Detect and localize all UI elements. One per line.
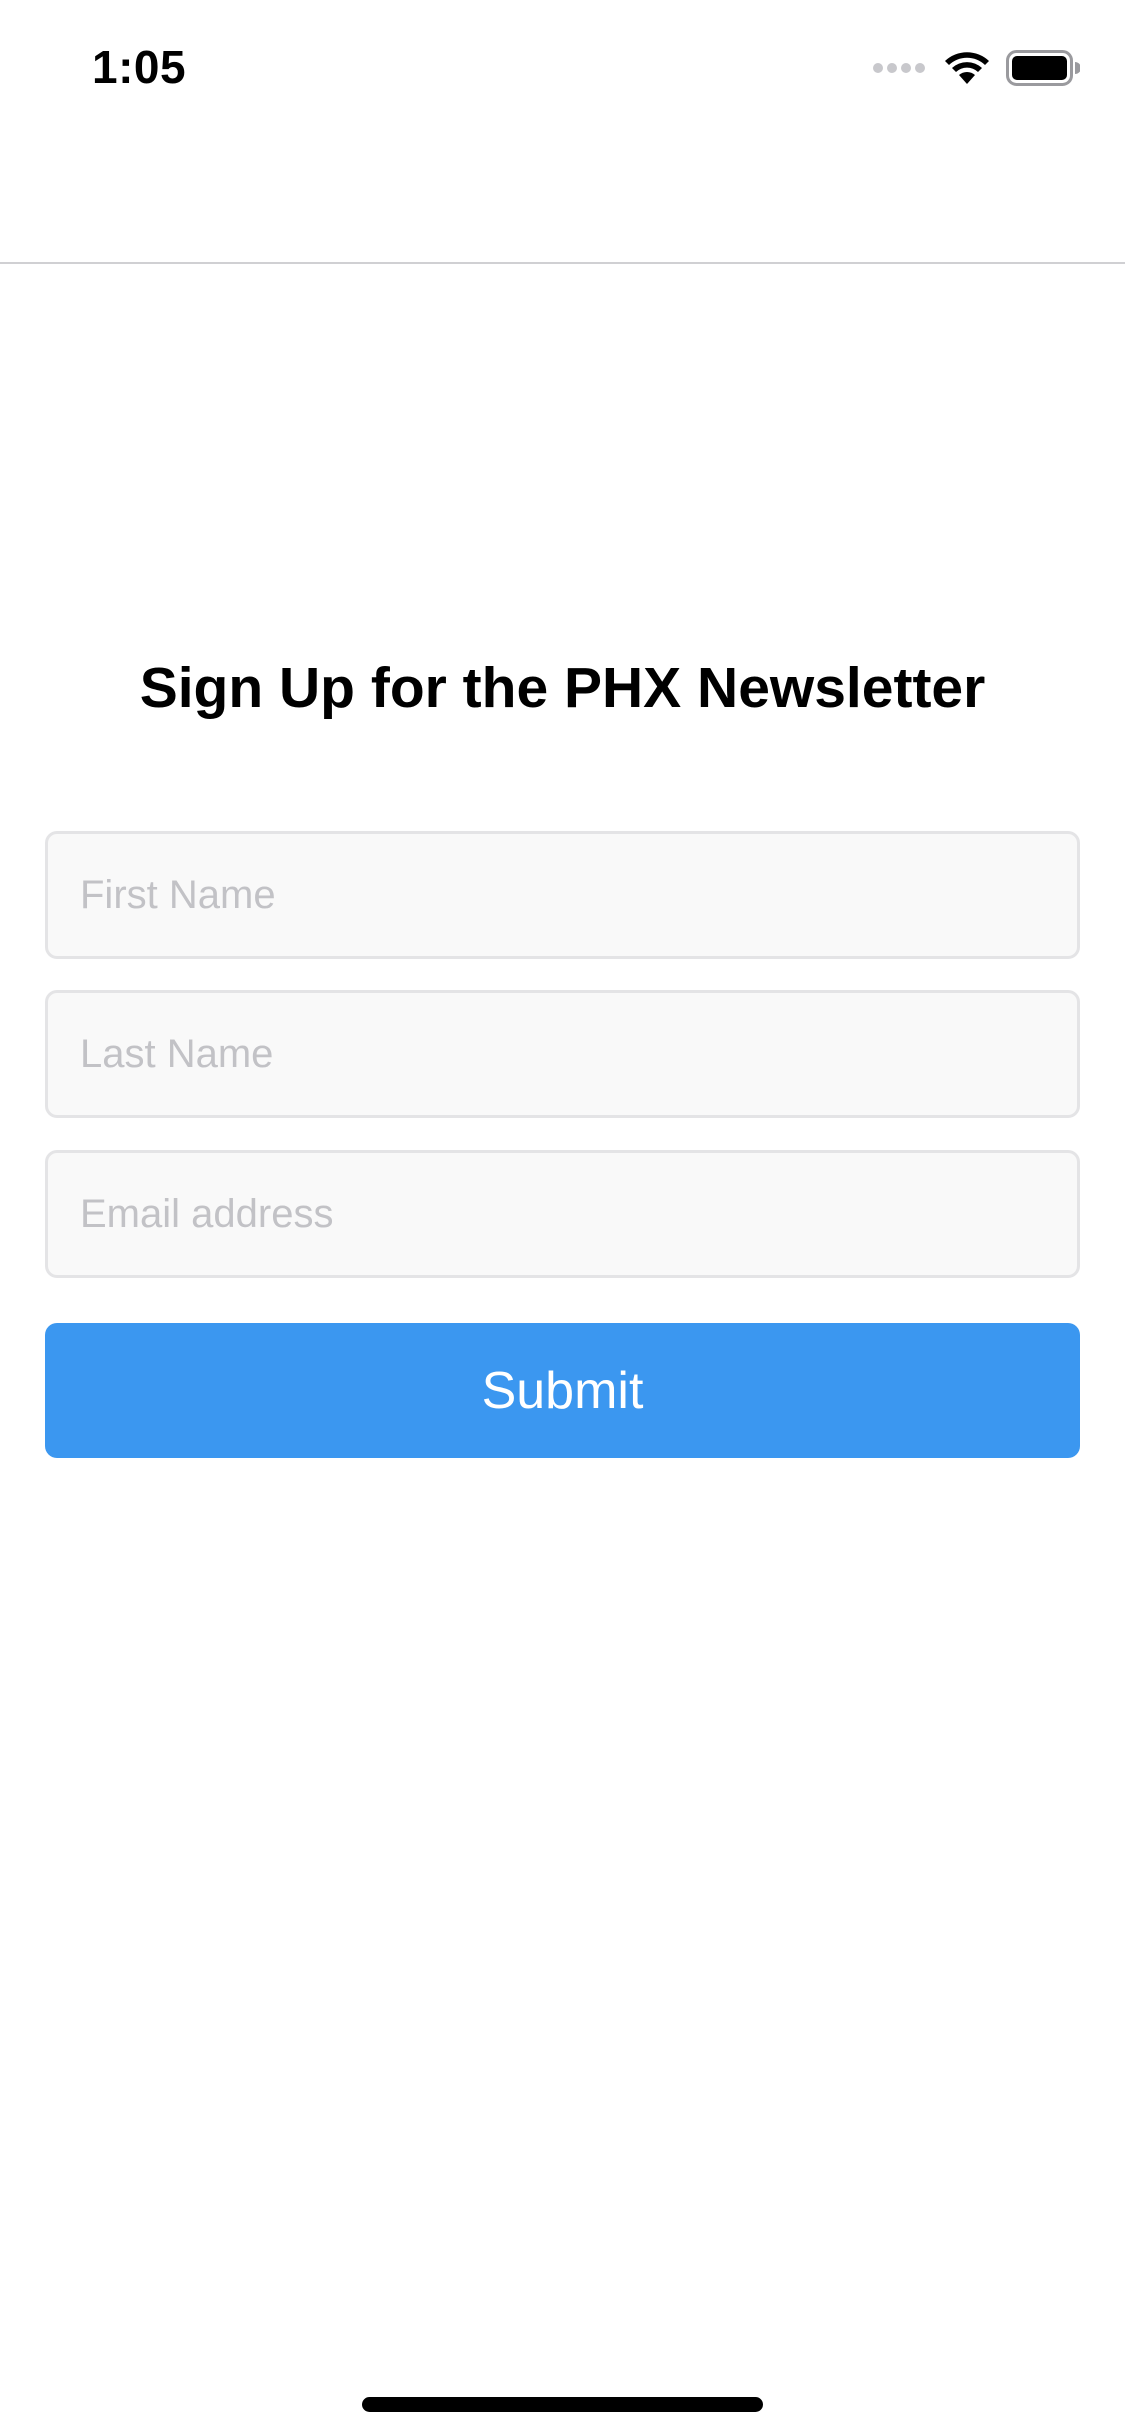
- cellular-signal-icon: [872, 60, 928, 81]
- last-name-field[interactable]: [45, 990, 1080, 1118]
- navigation-bar: [0, 132, 1125, 264]
- submit-button[interactable]: Submit: [45, 1323, 1080, 1458]
- battery-icon: [1006, 50, 1081, 91]
- status-bar: 1:05: [0, 0, 1125, 132]
- status-time: 1:05: [92, 41, 187, 93]
- status-icons: [872, 50, 1081, 91]
- home-indicator[interactable]: [362, 2397, 763, 2412]
- email-field[interactable]: [45, 1150, 1080, 1278]
- wifi-icon: [944, 50, 990, 91]
- first-name-field[interactable]: [45, 831, 1080, 959]
- page-title: Sign Up for the PHX Newsletter: [139, 656, 986, 720]
